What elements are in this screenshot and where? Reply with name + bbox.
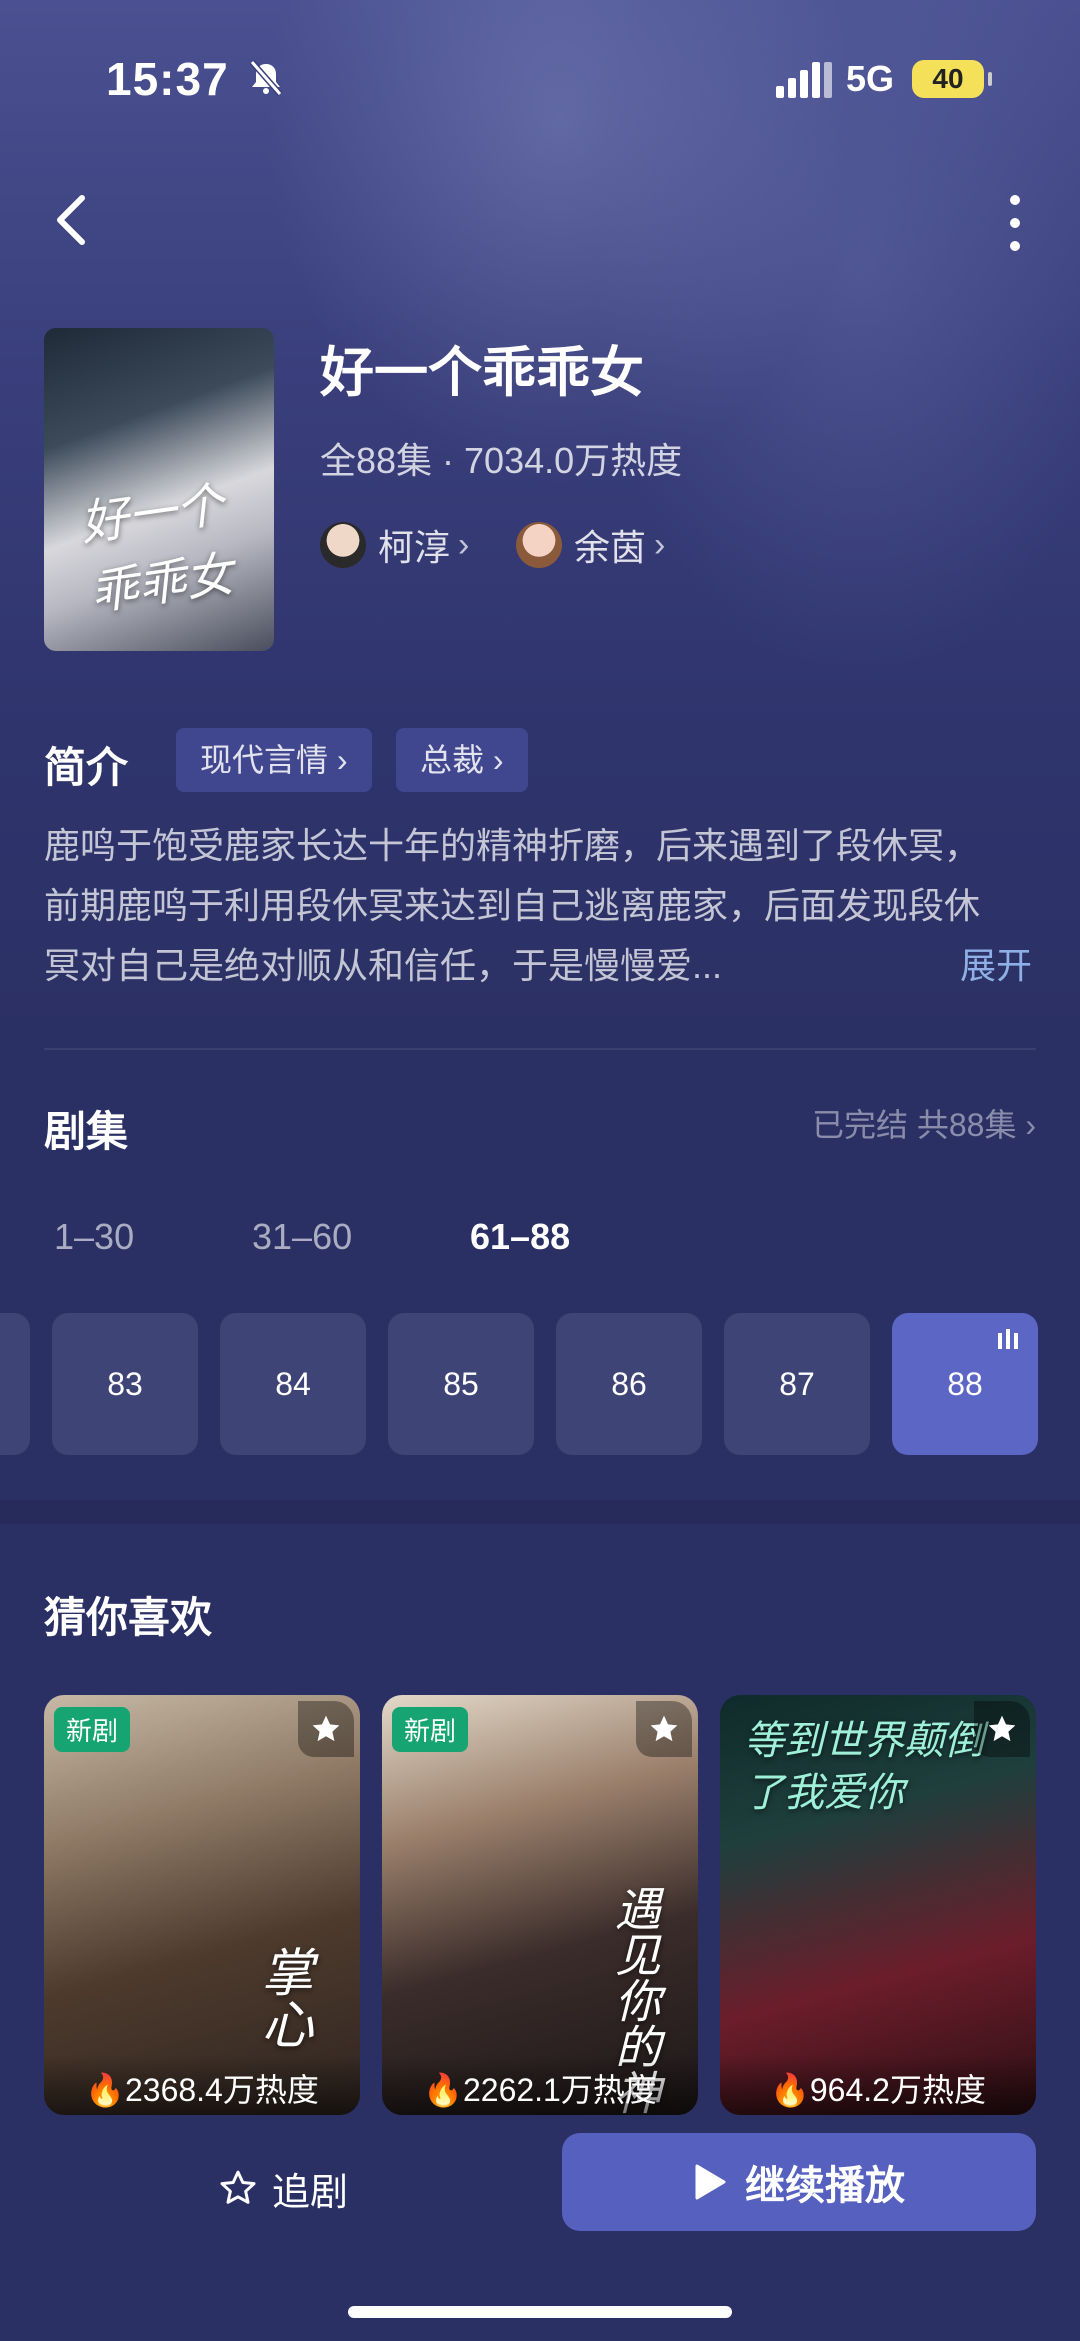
follow-label: 追剧: [272, 2171, 349, 2214]
episode-tile-partial[interactable]: [0, 1313, 30, 1455]
follow-button[interactable]: 追剧: [218, 2158, 348, 2218]
episode-number: 88: [947, 1366, 983, 1402]
favorite-button[interactable]: [298, 1701, 354, 1757]
actor-name: 余茵: [574, 527, 647, 568]
actor-name: 柯淳: [378, 527, 451, 568]
favorite-button[interactable]: [636, 1701, 692, 1757]
signal-icon: [776, 62, 832, 98]
new-badge: 新剧: [54, 1707, 131, 1752]
playing-bars-icon: [998, 1329, 1018, 1349]
card-art-title: 掌心: [252, 1945, 312, 2049]
status-bar: 15:37 5G 40: [0, 0, 1080, 160]
genre-tag-2[interactable]: 总裁 ›: [396, 728, 528, 792]
battery-indicator: 40: [912, 60, 992, 98]
episode-tile[interactable]: 86: [556, 1313, 702, 1455]
chevron-right-icon: ›: [458, 525, 470, 564]
tag-label: 现代言情: [200, 742, 329, 778]
genre-tag-1[interactable]: 现代言情 ›: [176, 728, 372, 792]
play-icon: [695, 2164, 726, 2200]
heat-value: 2262.1万热度: [462, 2072, 657, 2108]
recommend-card-1[interactable]: 掌心 新剧 🔥2368.4万热度: [44, 1695, 360, 2115]
actor-link-1[interactable]: 柯淳 ›: [320, 520, 469, 570]
heat-value: 2368.4万热度: [124, 2072, 319, 2108]
heat-value: 964.2万热度: [809, 2072, 986, 2108]
episode-tile[interactable]: 85: [388, 1313, 534, 1455]
episodes-heading: 剧集: [44, 1108, 129, 1155]
bell-muted-icon: [249, 60, 283, 96]
episodes-status: 已完结 共88集: [811, 1107, 1017, 1143]
tag-label: 总裁: [420, 742, 485, 778]
flame-icon: 🔥: [85, 2072, 125, 2108]
drama-title: 好一个乖乖女: [320, 343, 644, 403]
episode-tile-current[interactable]: 88: [892, 1313, 1038, 1455]
intro-description: 鹿鸣于饱受鹿家长达十年的精神折磨，后来遇到了段休冥，前期鹿鸣于利用段休冥来达到自…: [44, 825, 981, 986]
home-indicator[interactable]: [348, 2306, 732, 2318]
range-tab-1[interactable]: 1–30: [54, 1216, 134, 1258]
poster-title: 好一个乖乖女: [76, 476, 238, 622]
play-label: 继续播放: [745, 2164, 905, 2208]
divider: [44, 1048, 1036, 1050]
star-outline-icon: [220, 2170, 256, 2204]
new-badge: 新剧: [392, 1707, 469, 1752]
range-tab-3[interactable]: 61–88: [470, 1216, 570, 1258]
star-icon: [988, 1715, 1016, 1742]
star-icon: [312, 1715, 340, 1742]
card-heat: 🔥964.2万热度: [720, 2055, 1036, 2115]
drama-poster: 好一个乖乖女: [44, 328, 274, 651]
episodes-status-link[interactable]: 已完结 共88集 ›: [812, 1100, 1036, 1146]
status-time: 15:37: [106, 53, 229, 105]
drama-meta: 全88集 · 7034.0万热度: [320, 440, 683, 481]
continue-play-button[interactable]: 继续播放: [562, 2133, 1036, 2231]
flame-icon: 🔥: [770, 2072, 810, 2108]
card-heat: 🔥2368.4万热度: [44, 2055, 360, 2115]
episode-tile[interactable]: 87: [724, 1313, 870, 1455]
range-tab-2[interactable]: 31–60: [252, 1216, 352, 1258]
intro-heading: 简介: [44, 744, 129, 791]
expand-link[interactable]: 展开: [960, 936, 1032, 996]
episode-tile[interactable]: 83: [52, 1313, 198, 1455]
more-vertical-icon[interactable]: [1000, 190, 1030, 256]
back-arrow-icon[interactable]: [44, 190, 100, 250]
section-separator: [0, 1500, 1080, 1524]
card-heat: 🔥2262.1万热度: [382, 2055, 698, 2115]
flame-icon: 🔥: [423, 2072, 463, 2108]
star-icon: [650, 1715, 678, 1742]
actor-link-2[interactable]: 余茵 ›: [516, 520, 665, 570]
avatar: [516, 522, 562, 568]
network-type: 5G: [846, 58, 895, 99]
chevron-right-icon: ›: [1025, 1107, 1036, 1143]
card-art-title: 等到世界颠倒了我爱你: [744, 1718, 984, 1816]
chevron-right-icon: ›: [654, 525, 666, 564]
favorite-button[interactable]: [974, 1701, 1030, 1757]
recommend-card-2[interactable]: 遇见你的神 新剧 🔥2262.1万热度: [382, 1695, 698, 2115]
chevron-right-icon: ›: [492, 742, 504, 778]
recommend-card-3[interactable]: 等到世界颠倒了我爱你 🔥964.2万热度: [720, 1695, 1036, 2115]
episode-tile[interactable]: 84: [220, 1313, 366, 1455]
recommend-heading: 猜你喜欢: [44, 1594, 213, 1641]
avatar: [320, 522, 366, 568]
chevron-right-icon: ›: [336, 742, 348, 778]
